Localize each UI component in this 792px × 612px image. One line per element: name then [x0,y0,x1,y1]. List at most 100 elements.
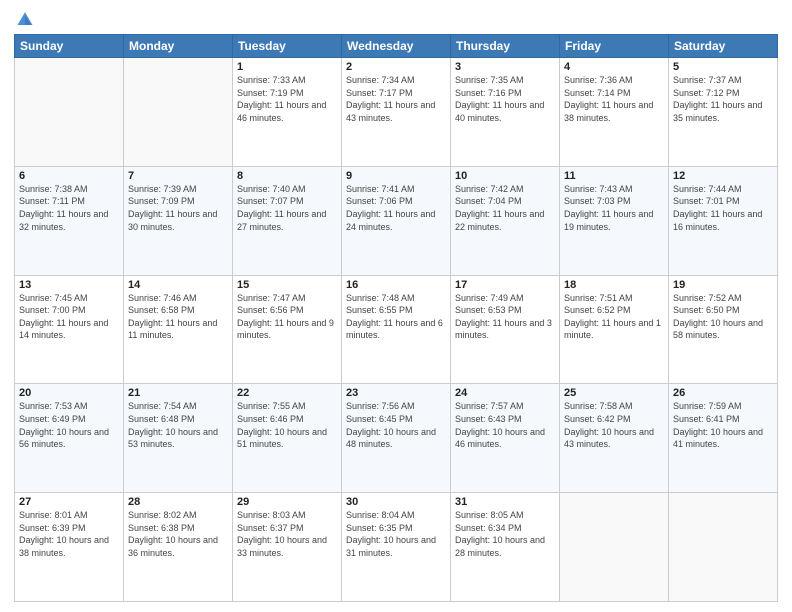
day-detail: Sunrise: 7:41 AMSunset: 7:06 PMDaylight:… [346,183,446,233]
day-detail: Sunrise: 7:44 AMSunset: 7:01 PMDaylight:… [673,183,773,233]
day-number: 25 [564,387,664,399]
day-number: 11 [564,170,664,182]
logo [14,10,34,28]
day-number: 15 [237,279,337,291]
calendar-cell: 22Sunrise: 7:55 AMSunset: 6:46 PMDayligh… [233,384,342,493]
calendar-body: 1Sunrise: 7:33 AMSunset: 7:19 PMDaylight… [15,58,778,602]
day-number: 21 [128,387,228,399]
day-detail: Sunrise: 7:39 AMSunset: 7:09 PMDaylight:… [128,183,228,233]
weekday-header-wednesday: Wednesday [342,35,451,58]
day-detail: Sunrise: 7:52 AMSunset: 6:50 PMDaylight:… [673,292,773,342]
calendar-cell: 4Sunrise: 7:36 AMSunset: 7:14 PMDaylight… [560,58,669,167]
day-number: 18 [564,279,664,291]
weekday-header-monday: Monday [124,35,233,58]
calendar-cell: 26Sunrise: 7:59 AMSunset: 6:41 PMDayligh… [669,384,778,493]
day-number: 3 [455,61,555,73]
day-detail: Sunrise: 8:04 AMSunset: 6:35 PMDaylight:… [346,509,446,559]
day-detail: Sunrise: 7:37 AMSunset: 7:12 PMDaylight:… [673,74,773,124]
day-detail: Sunrise: 7:42 AMSunset: 7:04 PMDaylight:… [455,183,555,233]
weekday-header-sunday: Sunday [15,35,124,58]
calendar-cell [669,493,778,602]
calendar-cell: 25Sunrise: 7:58 AMSunset: 6:42 PMDayligh… [560,384,669,493]
calendar-cell: 14Sunrise: 7:46 AMSunset: 6:58 PMDayligh… [124,275,233,384]
calendar-header-row: SundayMondayTuesdayWednesdayThursdayFrid… [15,35,778,58]
calendar-cell: 15Sunrise: 7:47 AMSunset: 6:56 PMDayligh… [233,275,342,384]
calendar-week-4: 27Sunrise: 8:01 AMSunset: 6:39 PMDayligh… [15,493,778,602]
day-number: 23 [346,387,446,399]
calendar-cell: 19Sunrise: 7:52 AMSunset: 6:50 PMDayligh… [669,275,778,384]
day-detail: Sunrise: 7:49 AMSunset: 6:53 PMDaylight:… [455,292,555,342]
day-detail: Sunrise: 7:47 AMSunset: 6:56 PMDaylight:… [237,292,337,342]
calendar-week-1: 6Sunrise: 7:38 AMSunset: 7:11 PMDaylight… [15,166,778,275]
calendar-cell: 7Sunrise: 7:39 AMSunset: 7:09 PMDaylight… [124,166,233,275]
day-detail: Sunrise: 7:35 AMSunset: 7:16 PMDaylight:… [455,74,555,124]
calendar-cell: 20Sunrise: 7:53 AMSunset: 6:49 PMDayligh… [15,384,124,493]
day-number: 6 [19,170,119,182]
day-number: 27 [19,496,119,508]
day-number: 5 [673,61,773,73]
calendar-cell: 17Sunrise: 7:49 AMSunset: 6:53 PMDayligh… [451,275,560,384]
weekday-header-tuesday: Tuesday [233,35,342,58]
calendar-cell: 28Sunrise: 8:02 AMSunset: 6:38 PMDayligh… [124,493,233,602]
day-detail: Sunrise: 7:57 AMSunset: 6:43 PMDaylight:… [455,400,555,450]
day-detail: Sunrise: 7:33 AMSunset: 7:19 PMDaylight:… [237,74,337,124]
calendar-cell: 16Sunrise: 7:48 AMSunset: 6:55 PMDayligh… [342,275,451,384]
calendar-cell: 12Sunrise: 7:44 AMSunset: 7:01 PMDayligh… [669,166,778,275]
calendar-cell [15,58,124,167]
day-number: 20 [19,387,119,399]
day-detail: Sunrise: 7:46 AMSunset: 6:58 PMDaylight:… [128,292,228,342]
calendar-cell: 3Sunrise: 7:35 AMSunset: 7:16 PMDaylight… [451,58,560,167]
calendar-cell: 23Sunrise: 7:56 AMSunset: 6:45 PMDayligh… [342,384,451,493]
day-number: 2 [346,61,446,73]
day-detail: Sunrise: 7:45 AMSunset: 7:00 PMDaylight:… [19,292,119,342]
day-detail: Sunrise: 7:59 AMSunset: 6:41 PMDaylight:… [673,400,773,450]
day-number: 31 [455,496,555,508]
weekday-header-friday: Friday [560,35,669,58]
calendar-cell: 11Sunrise: 7:43 AMSunset: 7:03 PMDayligh… [560,166,669,275]
day-detail: Sunrise: 7:38 AMSunset: 7:11 PMDaylight:… [19,183,119,233]
day-number: 30 [346,496,446,508]
calendar-cell: 1Sunrise: 7:33 AMSunset: 7:19 PMDaylight… [233,58,342,167]
calendar-cell: 2Sunrise: 7:34 AMSunset: 7:17 PMDaylight… [342,58,451,167]
day-detail: Sunrise: 8:02 AMSunset: 6:38 PMDaylight:… [128,509,228,559]
day-number: 19 [673,279,773,291]
logo-icon [16,10,34,28]
day-detail: Sunrise: 7:40 AMSunset: 7:07 PMDaylight:… [237,183,337,233]
day-detail: Sunrise: 7:34 AMSunset: 7:17 PMDaylight:… [346,74,446,124]
day-number: 22 [237,387,337,399]
day-detail: Sunrise: 8:05 AMSunset: 6:34 PMDaylight:… [455,509,555,559]
day-detail: Sunrise: 7:43 AMSunset: 7:03 PMDaylight:… [564,183,664,233]
calendar-cell [560,493,669,602]
calendar-cell: 13Sunrise: 7:45 AMSunset: 7:00 PMDayligh… [15,275,124,384]
day-number: 4 [564,61,664,73]
calendar-cell: 6Sunrise: 7:38 AMSunset: 7:11 PMDaylight… [15,166,124,275]
day-number: 13 [19,279,119,291]
day-number: 26 [673,387,773,399]
calendar-cell: 24Sunrise: 7:57 AMSunset: 6:43 PMDayligh… [451,384,560,493]
day-number: 9 [346,170,446,182]
day-number: 28 [128,496,228,508]
day-number: 7 [128,170,228,182]
calendar-table: SundayMondayTuesdayWednesdayThursdayFrid… [14,34,778,602]
day-detail: Sunrise: 7:58 AMSunset: 6:42 PMDaylight:… [564,400,664,450]
calendar-cell: 5Sunrise: 7:37 AMSunset: 7:12 PMDaylight… [669,58,778,167]
calendar-cell: 29Sunrise: 8:03 AMSunset: 6:37 PMDayligh… [233,493,342,602]
day-number: 29 [237,496,337,508]
calendar-cell: 21Sunrise: 7:54 AMSunset: 6:48 PMDayligh… [124,384,233,493]
calendar-cell: 8Sunrise: 7:40 AMSunset: 7:07 PMDaylight… [233,166,342,275]
calendar-cell: 27Sunrise: 8:01 AMSunset: 6:39 PMDayligh… [15,493,124,602]
day-number: 17 [455,279,555,291]
day-detail: Sunrise: 7:48 AMSunset: 6:55 PMDaylight:… [346,292,446,342]
day-detail: Sunrise: 7:55 AMSunset: 6:46 PMDaylight:… [237,400,337,450]
calendar-week-3: 20Sunrise: 7:53 AMSunset: 6:49 PMDayligh… [15,384,778,493]
day-number: 8 [237,170,337,182]
calendar-cell: 31Sunrise: 8:05 AMSunset: 6:34 PMDayligh… [451,493,560,602]
calendar-cell: 30Sunrise: 8:04 AMSunset: 6:35 PMDayligh… [342,493,451,602]
day-detail: Sunrise: 7:54 AMSunset: 6:48 PMDaylight:… [128,400,228,450]
day-detail: Sunrise: 7:51 AMSunset: 6:52 PMDaylight:… [564,292,664,342]
day-number: 16 [346,279,446,291]
day-detail: Sunrise: 8:01 AMSunset: 6:39 PMDaylight:… [19,509,119,559]
day-detail: Sunrise: 8:03 AMSunset: 6:37 PMDaylight:… [237,509,337,559]
calendar-cell: 9Sunrise: 7:41 AMSunset: 7:06 PMDaylight… [342,166,451,275]
day-number: 12 [673,170,773,182]
